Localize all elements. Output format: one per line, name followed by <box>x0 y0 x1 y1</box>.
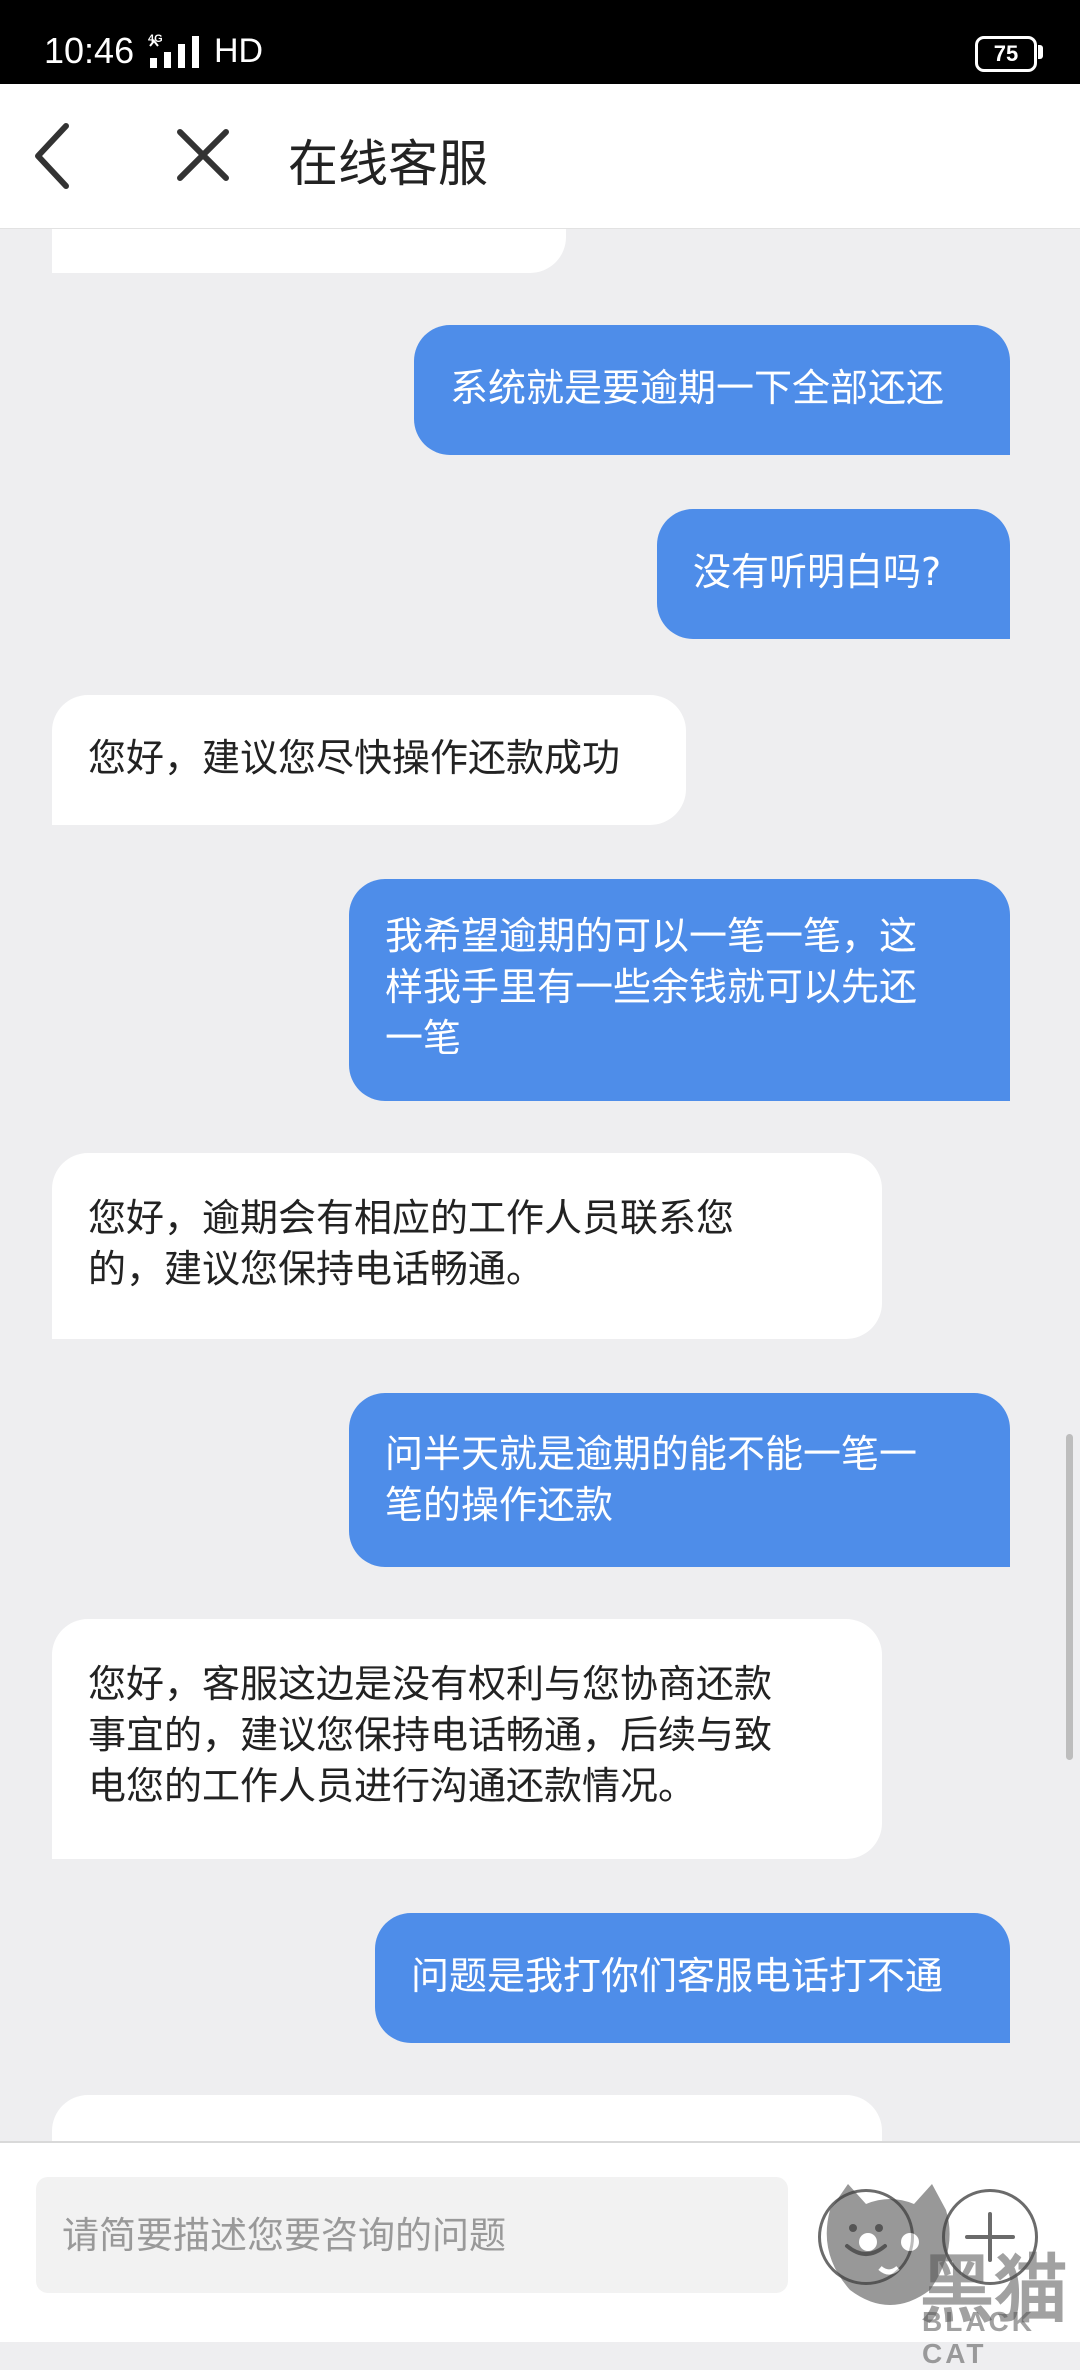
chevron-left-icon <box>35 123 69 189</box>
message-text: 的，建议您保持电话畅通。 <box>88 1247 545 1291</box>
agent-message: 您好，建议您尽快操作还款成功 <box>52 695 686 825</box>
message-text: 您好，建议您尽快操作还款成功 <box>88 736 621 780</box>
message-text: 问题是我打你们客服电话打不通 <box>411 1954 944 1998</box>
close-icon <box>177 129 229 181</box>
message-text: 电您的工作人员进行沟通还款情况。 <box>88 1764 697 1808</box>
chat-scrollbar[interactable] <box>1066 1434 1073 1760</box>
message-text: 您好，客服这边是没有权利与您协商还款 <box>88 1662 773 1706</box>
battery-icon: 75 <box>975 36 1037 72</box>
message-text: 系统就是要逾期一下全部还还 <box>450 366 945 410</box>
message-text: 问半天就是逾期的能不能一笔一 <box>385 1432 918 1476</box>
agent-message <box>52 2095 882 2141</box>
watermark-subtext: BLACK CAT <box>922 2306 1035 2369</box>
message-text: 笔的操作还款 <box>385 1483 614 1527</box>
agent-message <box>52 229 566 273</box>
hd-label: HD <box>214 32 264 70</box>
message-text: 您好，逾期会有相应的工作人员联系您 <box>88 1196 735 1240</box>
back-button[interactable] <box>24 114 104 198</box>
battery-level: 75 <box>993 41 1019 66</box>
close-button[interactable] <box>164 114 244 198</box>
message-input[interactable] <box>36 2177 788 2293</box>
agent-message: 您好，客服这边是没有权利与您协商还款 事宜的，建议您保持电话畅通，后续与致 电您… <box>52 1619 882 1859</box>
message-text: 没有听明白吗? <box>693 550 942 594</box>
agent-message: 您好，逾期会有相应的工作人员联系您 的，建议您保持电话畅通。 <box>52 1153 882 1339</box>
battery-tip <box>1038 45 1043 59</box>
message-text: 样我手里有一些余钱就可以先还 <box>385 965 918 1009</box>
chat-list[interactable]: 系统就是要逾期一下全部还还 没有听明白吗? 您好，建议您尽快操作还款成功 我希望… <box>0 229 1080 2141</box>
status-bar: 10:46 4G HD 75 <box>0 0 1080 84</box>
message-text: 一笔 <box>385 1016 462 1060</box>
user-message: 问半天就是逾期的能不能一笔一 笔的操作还款 <box>349 1393 1010 1567</box>
user-message: 系统就是要逾期一下全部还还 <box>414 325 1010 455</box>
user-message: 没有听明白吗? <box>657 509 1010 639</box>
user-message: 问题是我打你们客服电话打不通 <box>375 1913 1010 2043</box>
user-message: 我希望逾期的可以一笔一笔，这 样我手里有一些余钱就可以先还 一笔 <box>349 879 1010 1101</box>
nav-bar: 在线客服 <box>0 84 1080 229</box>
page-title: 在线客服 <box>288 135 488 193</box>
message-text: 事宜的，建议您保持电话畅通，后续与致 <box>88 1713 773 1757</box>
signal-icon: 4G <box>148 30 208 70</box>
message-text: 我希望逾期的可以一笔一笔，这 <box>385 914 918 958</box>
status-time: 10:46 <box>44 30 135 71</box>
